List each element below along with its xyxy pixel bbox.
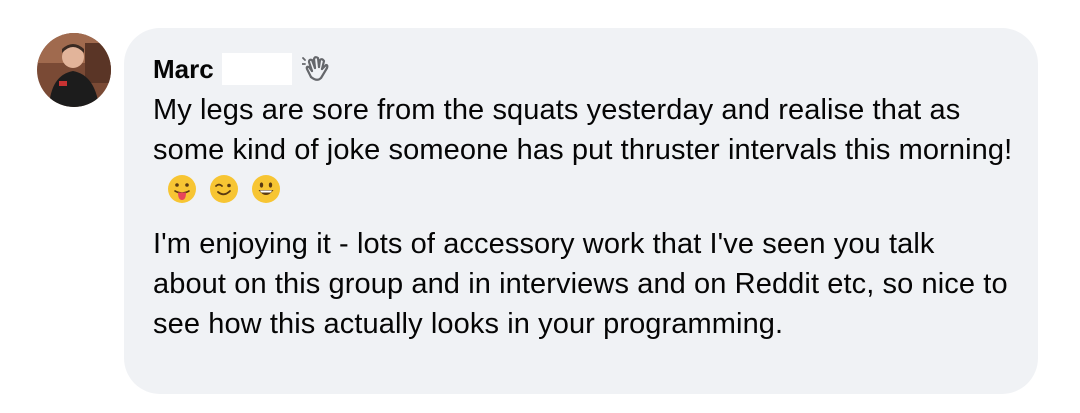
comment-paragraph: I'm enjoying it - lots of accessory work…	[153, 228, 1008, 340]
author-name[interactable]: Marc	[153, 54, 214, 85]
avatar-photo	[37, 33, 111, 107]
paragraph-text: My legs are sore from the squats yesterd…	[153, 94, 1013, 166]
comment: Marc My legs are sore from the squats ye…	[0, 0, 1080, 413]
comment-bubble: Marc My legs are sore from the squats ye…	[124, 28, 1038, 394]
emoji-group	[153, 174, 281, 206]
redaction-box	[221, 53, 292, 85]
comment-header: Marc	[153, 50, 1008, 88]
waving-hand-icon	[301, 56, 329, 81]
avatar[interactable]	[37, 33, 111, 107]
winking-emoji	[210, 175, 238, 203]
tongue-out-emoji	[168, 175, 196, 203]
comment-paragraph: My legs are sore from the squats yesterd…	[153, 90, 1013, 210]
grinning-emoji	[252, 175, 280, 203]
